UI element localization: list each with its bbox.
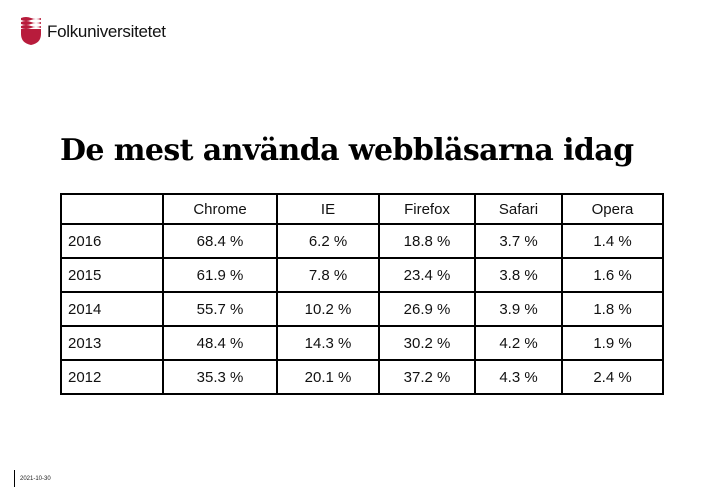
cell-safari: 3.9 % — [474, 291, 563, 327]
cell-safari: 4.3 % — [474, 359, 563, 395]
table-row: 2014 55.7 % 10.2 % 26.9 % 3.9 % 1.8 % — [60, 291, 664, 327]
cell-ie: 10.2 % — [276, 291, 380, 327]
logo: Folkuniversitetet — [20, 17, 166, 45]
row-year: 2014 — [60, 291, 164, 327]
table-header-row: Chrome IE Firefox Safari Opera — [60, 193, 664, 225]
cell-ie: 14.3 % — [276, 325, 380, 361]
cell-firefox: 30.2 % — [378, 325, 476, 361]
column-header-chrome: Chrome — [162, 193, 278, 225]
cell-firefox: 37.2 % — [378, 359, 476, 395]
cell-ie: 20.1 % — [276, 359, 380, 395]
table-corner-cell — [60, 193, 164, 225]
table-row: 2012 35.3 % 20.1 % 37.2 % 4.3 % 2.4 % — [60, 359, 664, 395]
cell-chrome: 55.7 % — [162, 291, 278, 327]
cell-opera: 1.6 % — [561, 257, 664, 293]
column-header-firefox: Firefox — [378, 193, 476, 225]
page-title: De mest använda webbläsarna idag — [60, 133, 634, 168]
cell-safari: 3.8 % — [474, 257, 563, 293]
cell-chrome: 61.9 % — [162, 257, 278, 293]
table-row: 2016 68.4 % 6.2 % 18.8 % 3.7 % 1.4 % — [60, 223, 664, 259]
logo-text: Folkuniversitetet — [47, 21, 166, 41]
browser-share-table: Chrome IE Firefox Safari Opera 2016 68.4… — [60, 193, 664, 395]
footer-date: 2021-10-30 — [20, 475, 51, 482]
column-header-ie: IE — [276, 193, 380, 225]
cell-ie: 7.8 % — [276, 257, 380, 293]
footer-divider — [14, 470, 15, 487]
cell-chrome: 48.4 % — [162, 325, 278, 361]
cell-chrome: 35.3 % — [162, 359, 278, 395]
row-year: 2016 — [60, 223, 164, 259]
cell-opera: 1.9 % — [561, 325, 664, 361]
row-year: 2013 — [60, 325, 164, 361]
column-header-opera: Opera — [561, 193, 664, 225]
table-row: 2013 48.4 % 14.3 % 30.2 % 4.2 % 1.9 % — [60, 325, 664, 361]
cell-safari: 4.2 % — [474, 325, 563, 361]
column-header-safari: Safari — [474, 193, 563, 225]
cell-opera: 1.4 % — [561, 223, 664, 259]
cell-ie: 6.2 % — [276, 223, 380, 259]
cell-safari: 3.7 % — [474, 223, 563, 259]
cell-opera: 1.8 % — [561, 291, 664, 327]
cell-firefox: 26.9 % — [378, 291, 476, 327]
row-year: 2012 — [60, 359, 164, 395]
cell-opera: 2.4 % — [561, 359, 664, 395]
cell-chrome: 68.4 % — [162, 223, 278, 259]
cell-firefox: 18.8 % — [378, 223, 476, 259]
table-row: 2015 61.9 % 7.8 % 23.4 % 3.8 % 1.6 % — [60, 257, 664, 293]
cell-firefox: 23.4 % — [378, 257, 476, 293]
slide-footer: 2021-10-30 — [14, 470, 51, 487]
row-year: 2015 — [60, 257, 164, 293]
folkuniversitetet-shield-icon — [21, 17, 41, 45]
